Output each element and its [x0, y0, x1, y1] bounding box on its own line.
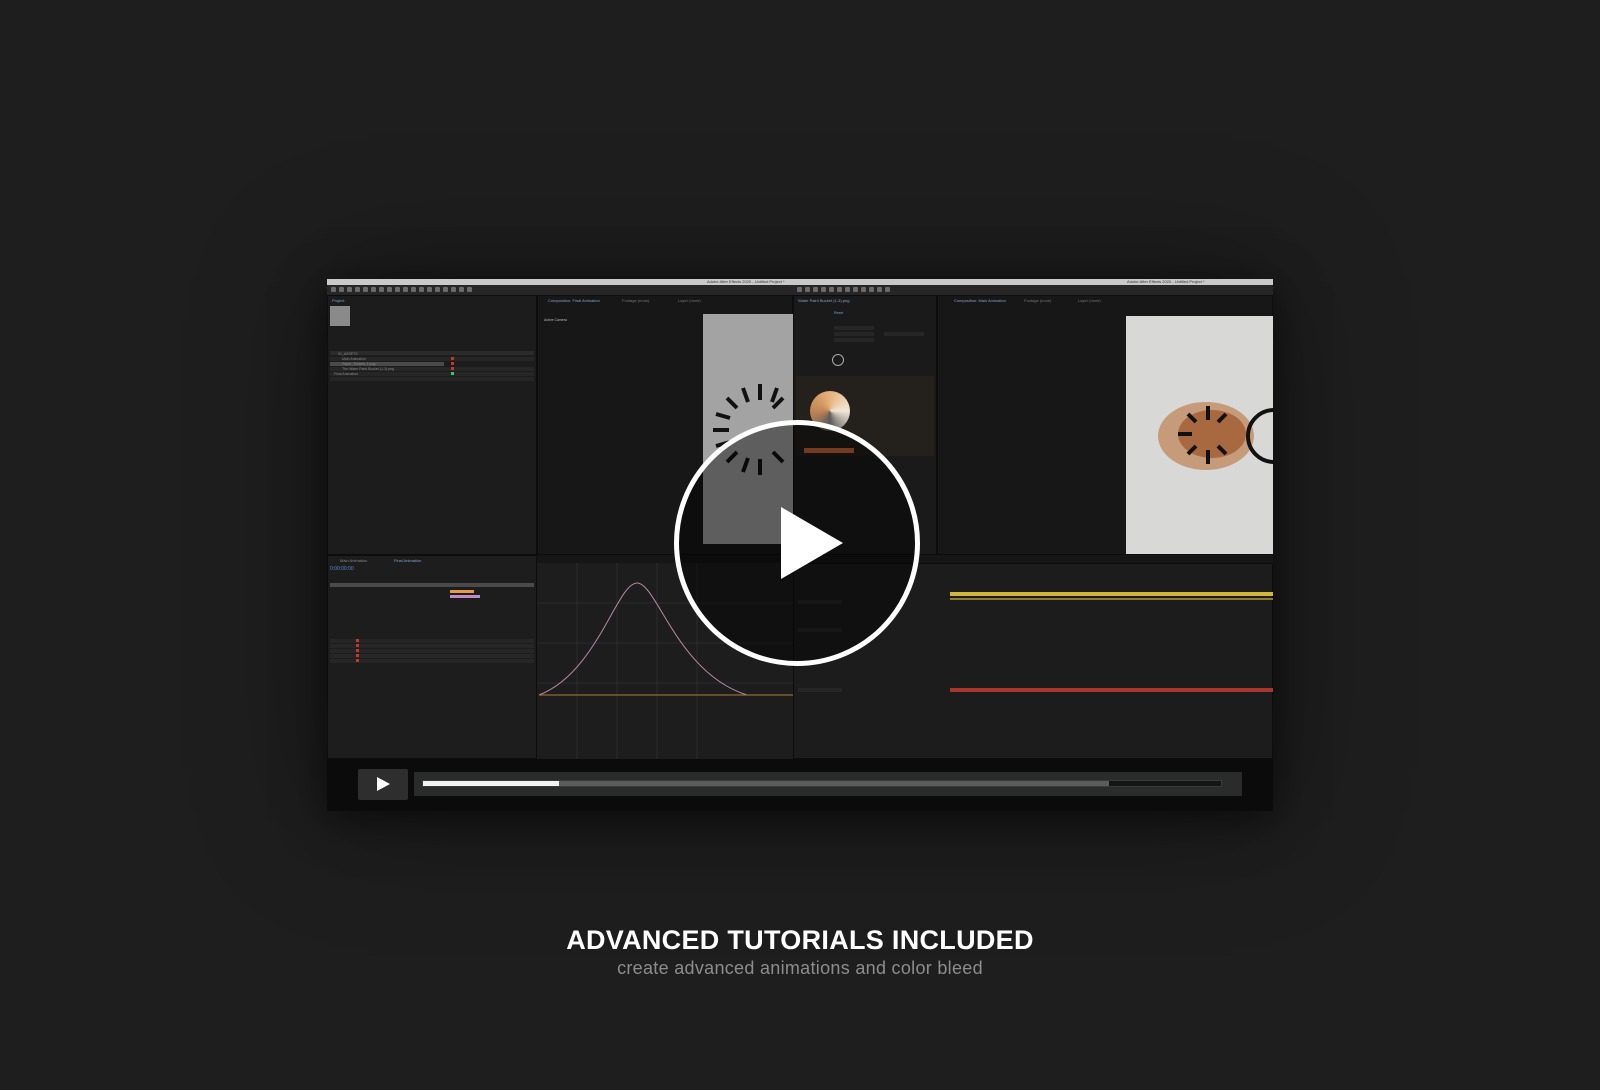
- burn-canvas: [1126, 316, 1273, 554]
- progress-track-inner: [422, 780, 1222, 787]
- center-play-button[interactable]: [674, 420, 920, 666]
- play-icon: [377, 777, 390, 791]
- progress-bar[interactable]: [414, 772, 1242, 796]
- composition-viewer-right: Composition: Main Animation Footage (non…: [937, 295, 1273, 555]
- timeline-track-red: [950, 688, 1273, 692]
- play-icon: [781, 507, 843, 579]
- reset-link: Reset: [834, 311, 844, 315]
- timeline-track-yellow: [950, 592, 1273, 596]
- project-item-0: 01_ASSETS: [338, 352, 358, 356]
- project-item-4: Final Animation: [334, 372, 358, 376]
- active-camera-label: Active Camera: [544, 318, 567, 322]
- project-item-2: Paper_Texture_1.png: [342, 362, 376, 366]
- project-item-1: Main Animation: [342, 357, 366, 361]
- timecode: 0:00:00:00: [330, 566, 354, 572]
- composition-tab-right: Composition: Main Animation: [954, 298, 1006, 303]
- project-thumbnail: [330, 306, 350, 326]
- timeline-tab-2: Final Animation: [394, 558, 422, 563]
- caption-title: ADVANCED TUTORIALS INCLUDED: [566, 925, 1034, 955]
- timeline-track-yellow-2: [950, 598, 1273, 600]
- progress-played: [423, 781, 559, 786]
- layer-tab: Layer (none): [678, 298, 701, 303]
- project-item-3: The Water Paint Bucket (1-3).png: [342, 367, 395, 371]
- timeline-layers-panel: Main Animation Final Animation 0:00:00:0…: [327, 555, 537, 759]
- footage-tab: Footage (none): [622, 298, 650, 303]
- angle-dial-icon: [832, 354, 844, 366]
- layer-tab-right: Layer (none): [1078, 298, 1101, 303]
- project-panel: Project 01_ASSETS Main Animation Paper_T…: [327, 295, 537, 555]
- composition-tab: Composition: Final Animation: [548, 298, 600, 303]
- color-bleed-graphic: [1158, 402, 1273, 470]
- play-button[interactable]: [358, 769, 408, 800]
- footage-tab-right: Footage (none): [1024, 298, 1052, 303]
- video-controls: [327, 759, 1273, 811]
- caption-subtitle: create advanced animations and color ble…: [617, 958, 983, 978]
- video-player[interactable]: Adobe After Effects 2020 - Untitled Proj…: [327, 279, 1273, 811]
- effect-controls-tab: Water Paint Bucket (1-3).png: [798, 298, 850, 303]
- project-tab: Project: [332, 298, 345, 303]
- timeline-tab-1: Main Animation: [340, 558, 368, 563]
